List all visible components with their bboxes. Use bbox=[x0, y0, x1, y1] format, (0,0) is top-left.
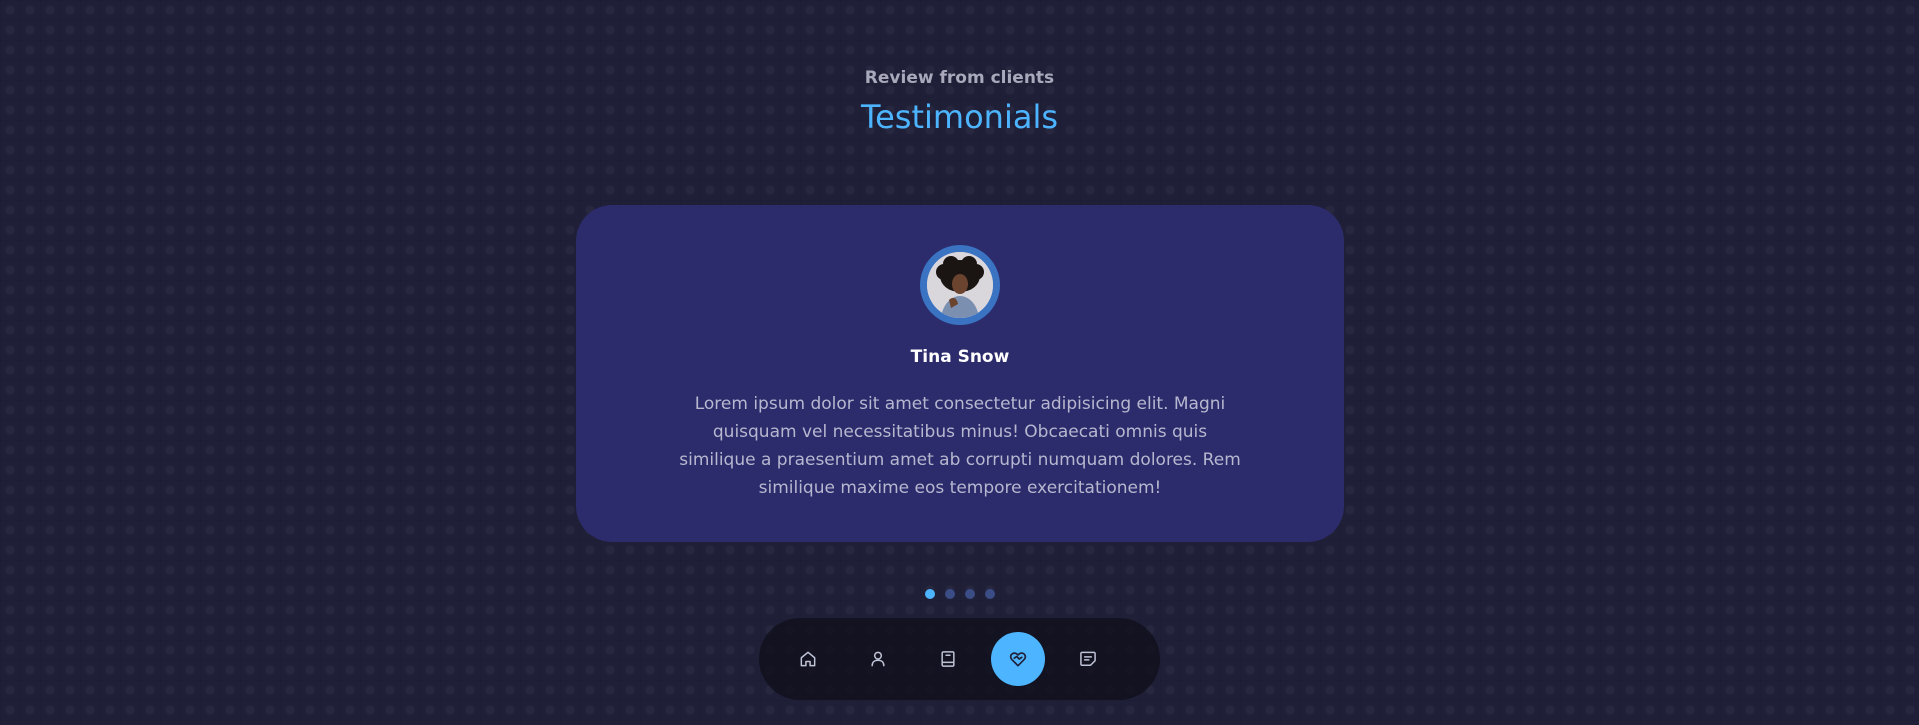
nav-home-button[interactable] bbox=[781, 632, 835, 686]
book-icon bbox=[941, 651, 955, 667]
avatar-image bbox=[927, 252, 993, 318]
section-title: Testimonials bbox=[861, 98, 1058, 136]
pagination-dot-4[interactable] bbox=[985, 589, 995, 599]
bottom-nav bbox=[759, 618, 1160, 700]
message-icon bbox=[1080, 651, 1096, 666]
client-name: Tina Snow bbox=[910, 347, 1010, 367]
pagination-dot-1[interactable] bbox=[925, 589, 935, 599]
section-subtitle: Review from clients bbox=[864, 68, 1055, 88]
pagination-dot-2[interactable] bbox=[945, 589, 955, 599]
nav-experience-button[interactable] bbox=[921, 632, 975, 686]
nav-testimonials-button[interactable] bbox=[991, 632, 1045, 686]
pagination-dot-3[interactable] bbox=[965, 589, 975, 599]
testimonial-card: Tina Snow Lorem ipsum dolor sit amet con… bbox=[576, 205, 1344, 542]
review-text: Lorem ipsum dolor sit amet consectetur a… bbox=[679, 394, 1241, 498]
heart-handshake-icon bbox=[1009, 652, 1027, 667]
home-icon bbox=[800, 651, 816, 667]
portrait-icon bbox=[927, 252, 993, 318]
nav-contact-button[interactable] bbox=[1061, 632, 1115, 686]
client-avatar bbox=[920, 245, 1000, 325]
user-icon bbox=[871, 651, 885, 667]
nav-about-button[interactable] bbox=[851, 632, 905, 686]
carousel-pagination bbox=[925, 589, 995, 599]
